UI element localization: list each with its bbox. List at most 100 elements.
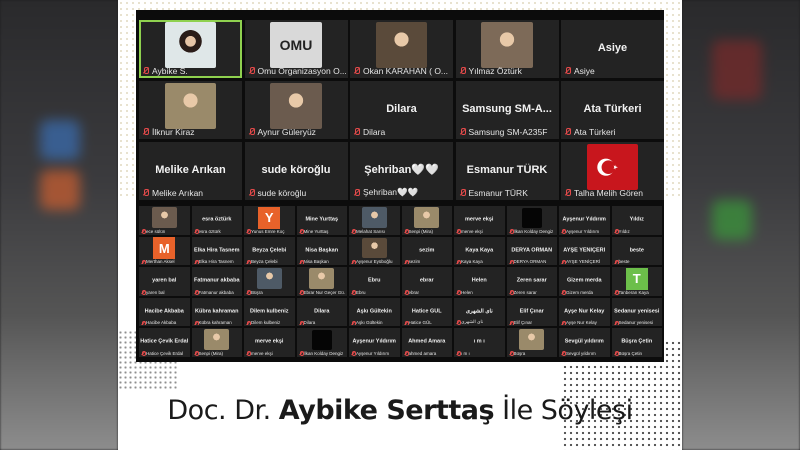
participant-display-name: Sedanur yenisesi xyxy=(614,308,660,315)
participant-tile[interactable]: Esmanur TÜRK Esmanur TÜRK xyxy=(455,142,559,200)
participant-tile[interactable]: OMU Omu Organizasyon O... xyxy=(244,20,348,78)
muted-mic-icon xyxy=(509,320,514,325)
participant-tile[interactable]: Büşra xyxy=(506,328,557,357)
muted-mic-icon xyxy=(351,351,356,356)
participant-tile[interactable]: Büşra Çetin Büşra Çetin xyxy=(611,328,662,357)
participant-tile[interactable]: İlknur Kiraz xyxy=(139,81,242,139)
participant-tile[interactable]: Mine Yurttaş Mine Yurttaş xyxy=(296,206,347,235)
participant-tile[interactable]: Hatice GÜL Hatice GÜL xyxy=(401,297,452,326)
participant-tile[interactable]: AYŞE YENİÇERİ AYŞE YENİÇERİ xyxy=(559,236,610,265)
participant-tile[interactable]: Ayşenur Yıldırım Ayşenur Yıldırım xyxy=(559,206,610,235)
title-prefix: Doc. Dr. xyxy=(167,395,279,426)
participant-tile[interactable]: beste beste xyxy=(611,236,662,265)
participant-tile[interactable]: esra öztürk esra öztürk xyxy=(191,206,242,235)
participant-tile[interactable]: Fatmanur akbaba Fatmanur akbaba xyxy=(191,267,242,296)
participant-tile[interactable]: ebrar ebrar xyxy=(401,267,452,296)
participant-display-name: Dilara xyxy=(386,102,417,115)
participant-tile[interactable]: Dilara Dilara xyxy=(296,297,347,326)
participant-tile[interactable]: Senpi (Mira) xyxy=(401,206,452,235)
participant-tile[interactable]: Y Yunus Emre Koç xyxy=(244,206,295,235)
participant-tile[interactable]: Melike Arıkan Melike Arıkan xyxy=(139,142,242,200)
participant-tile[interactable]: Kaya Kaya Kaya Kaya xyxy=(454,236,505,265)
participant-name: Ayşenur Yıldırım xyxy=(356,350,390,356)
participant-tile[interactable]: sude köroğlu sude köroğlu xyxy=(244,142,348,200)
participant-tile[interactable]: Aynur Güleryüz xyxy=(244,81,348,139)
participant-name: ebrar xyxy=(408,289,420,295)
participant-name: ı m ı xyxy=(461,350,470,356)
muted-mic-icon xyxy=(456,259,461,264)
participant-name: Omu Organizasyon O... xyxy=(257,66,346,76)
participant-tile[interactable]: Yıldız Yıldız xyxy=(611,206,662,235)
participant-tile[interactable]: Samsung SM-A... Samsung SM-A235F xyxy=(455,81,559,139)
participant-tile[interactable]: Asiye Asiye xyxy=(561,20,664,78)
participant-tile[interactable]: Ayşe Nur Kelay Ayşe Nur Kelay xyxy=(559,297,610,326)
participant-tile[interactable]: Dilem kulbeniz Dilem kulbeniz xyxy=(244,297,295,326)
participant-name: Ayşenur Yıldırım xyxy=(566,228,600,234)
participant-tile[interactable]: Okan KARAHAN ( O... xyxy=(350,20,453,78)
blurred-background-left xyxy=(0,0,118,450)
participant-display-name: Elif Çınar xyxy=(519,308,544,315)
participant-tile[interactable]: Helen Helen xyxy=(454,267,505,296)
participant-tile[interactable]: Melahat Sarısı xyxy=(349,206,400,235)
participant-tile[interactable]: sezim sezim xyxy=(401,236,452,265)
participant-tile[interactable]: T Tanberan Kaya xyxy=(611,267,662,296)
participant-tile[interactable]: Beyza Çelebi Beyza Çelebi xyxy=(244,236,295,265)
participant-tile[interactable]: Elka Hira Tasnem Elka Hira Tasnem xyxy=(191,236,242,265)
participant-tile[interactable]: ı m ıı m ı xyxy=(454,328,505,357)
participant-tile[interactable]: Sedanur yenisesi Sedanur yenisesi xyxy=(611,297,662,326)
participant-name-label: Ebrar Nur Geçer Gü... xyxy=(299,290,345,295)
participant-display-name: Helen xyxy=(471,277,487,284)
participant-name: Helen xyxy=(461,289,473,295)
participant-name: Büşra xyxy=(513,350,526,356)
participant-tile[interactable]: Gizem merda Gizem merda xyxy=(559,267,610,296)
participant-tile[interactable]: DERYA ORMAN DERYA ORMAN xyxy=(506,236,557,265)
participant-tile[interactable]: Aybike S. xyxy=(139,20,242,78)
participant-tile[interactable]: Nisa Başkan Nisa Başkan xyxy=(296,236,347,265)
participant-tile[interactable]: Sevgül yıldırım Sevgül yıldırım xyxy=(559,328,610,357)
participant-name: Aybike S. xyxy=(152,66,188,76)
muted-mic-icon xyxy=(246,229,251,234)
participant-display-name: Ahmed Amara xyxy=(408,338,446,345)
muted-mic-icon xyxy=(404,259,409,264)
participant-name-label: Helen xyxy=(456,290,503,295)
participant-tile[interactable]: Büşra xyxy=(244,267,295,296)
participant-display-name: Dilem kulbeniz xyxy=(249,308,289,315)
participant-tile[interactable]: Ata Türkeri Ata Türkeri xyxy=(561,81,664,139)
participant-tile[interactable]: merve ekşi merve ekşi xyxy=(454,206,505,235)
participant-name-label: İlkan Kolday Dengiz xyxy=(299,351,346,356)
participant-tile[interactable]: Şehriban🤍🤍 Şehriban🤍🤍 xyxy=(350,142,453,200)
participant-tile[interactable]: merve ekşi merve ekşi xyxy=(244,328,295,357)
participant-name: Esmanur TÜRK xyxy=(468,188,528,198)
participant-tile[interactable]: Ahmed Amara ahmed amara xyxy=(401,328,452,357)
participant-tile[interactable]: yaren bal yaren bal xyxy=(139,267,190,296)
participant-tile[interactable]: نای الشهری نای الشهری xyxy=(454,297,505,326)
participant-tile[interactable]: Dilara Dilara xyxy=(350,81,453,139)
participant-tile[interactable]: Aşkı Gültekin Aşkı Gültekin xyxy=(349,297,400,326)
participant-tile[interactable]: Talha Melih Gören xyxy=(561,142,664,200)
participant-video xyxy=(309,268,335,289)
participant-tile[interactable]: Hacibe Akbaba Hacibe Akbaba xyxy=(139,297,190,326)
participant-tile[interactable]: M Merthan Aksel xyxy=(139,236,190,265)
participant-tile[interactable]: ece sülün xyxy=(139,206,190,235)
participant-tile[interactable]: Yılmaz Öztürk xyxy=(455,20,559,78)
participant-video xyxy=(164,83,217,130)
participant-name-label: Melike Arıkan xyxy=(142,188,240,198)
participant-display-name: Samsung SM-A... xyxy=(462,102,552,115)
participant-tile[interactable]: Zeren sarar Zeren sarar xyxy=(506,267,557,296)
participant-tile[interactable]: Ayşenur Yıldırım Ayşenur Yıldırım xyxy=(349,328,400,357)
participant-name-label: Beyza Çelebi xyxy=(246,259,293,264)
participant-tile[interactable]: Ebrar Nur Geçer Gü... xyxy=(296,267,347,296)
participant-name: Aşkı Gültekin xyxy=(356,320,383,325)
participant-tile[interactable]: Hatice Çevik Erdal Hatice Çevik Erdal xyxy=(139,328,190,357)
muted-mic-icon xyxy=(459,128,466,136)
participant-tile[interactable]: Elif Çınar Elif Çınar xyxy=(506,297,557,326)
participant-tile[interactable]: İlkan Kolday Dengiz xyxy=(296,328,347,357)
participant-name-label: ahmed amara xyxy=(404,351,451,356)
participant-tile[interactable]: İlkan Kolday Dengiz xyxy=(506,206,557,235)
participant-tile[interactable]: Kübra kahraman Kübra kahraman xyxy=(191,297,242,326)
participant-tile[interactable]: Senpi (Mira) xyxy=(191,328,242,357)
muted-mic-icon xyxy=(248,128,255,136)
participant-tile[interactable]: Ayşenur Eyüboğlu xyxy=(349,236,400,265)
muted-mic-icon xyxy=(194,320,199,325)
participant-tile[interactable]: Ebru Ebru xyxy=(349,267,400,296)
